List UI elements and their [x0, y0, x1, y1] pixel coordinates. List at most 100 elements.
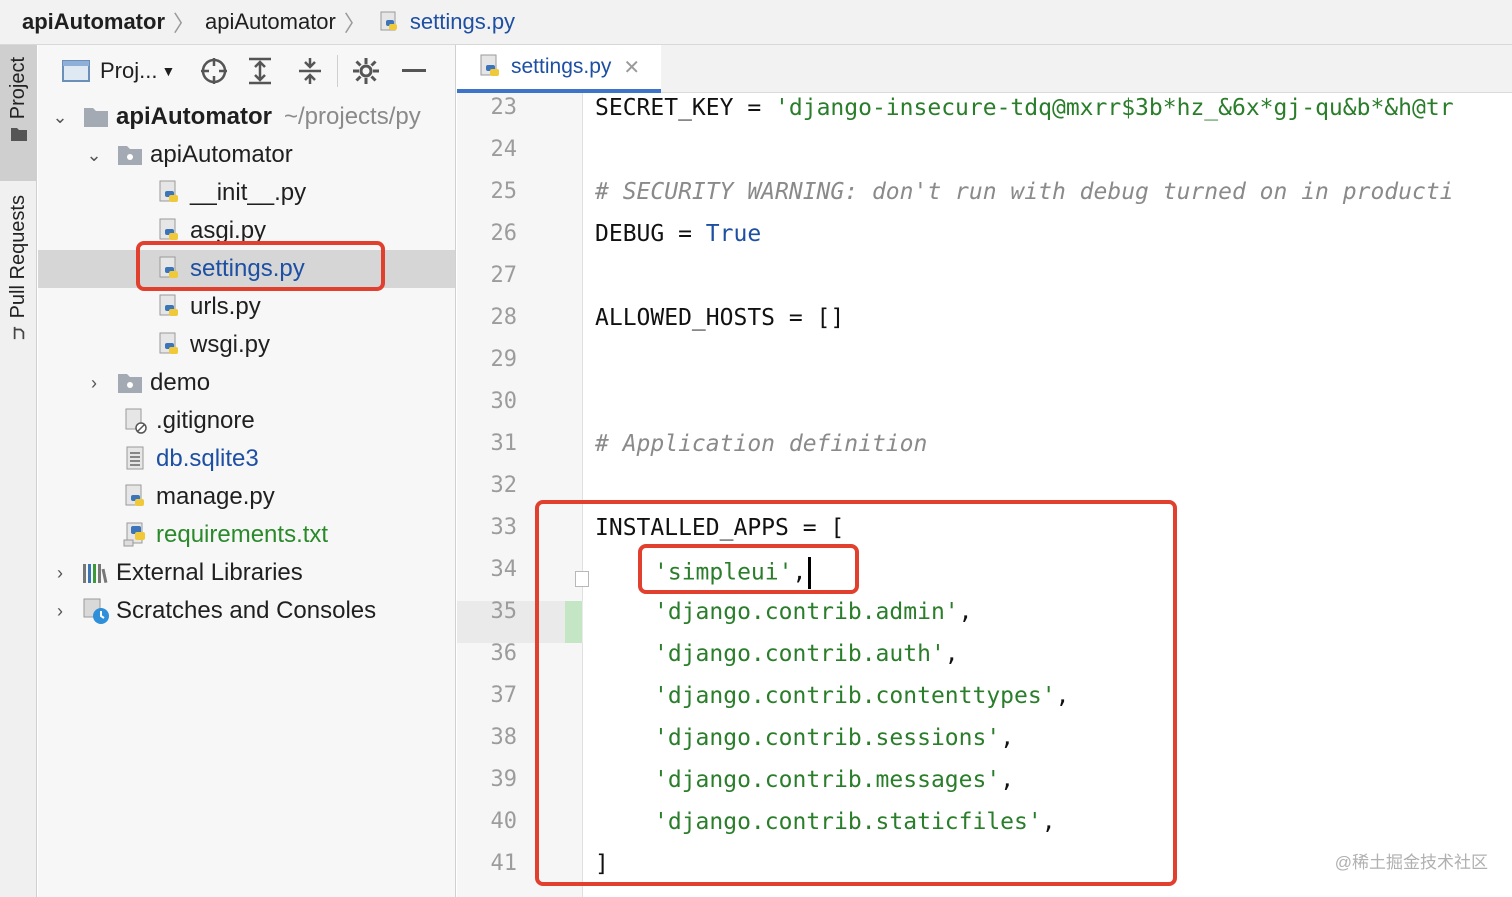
code-editor: settings.py ✕ 23 24 25 26 27 28 29 30 31…: [457, 45, 1512, 897]
highlight-box-settings-file: [136, 241, 385, 291]
breadcrumb-folder[interactable]: apiAutomator: [205, 0, 336, 45]
line-number: 39: [490, 767, 518, 792]
collapse-all-icon[interactable]: [297, 56, 323, 86]
code-line[interactable]: ALLOWED_HOSTS = []: [595, 305, 844, 331]
tool-window-strip: Project Pull Requests: [0, 45, 37, 897]
line-number: 30: [490, 389, 518, 414]
line-number: 38: [490, 725, 518, 750]
python-file-icon: [376, 8, 404, 36]
tree-item-label: apiAutomator: [116, 103, 272, 130]
code-identifier: SECRET_KEY: [595, 95, 734, 121]
pull-requests-tool-tab[interactable]: Pull Requests: [0, 195, 37, 375]
line-number: 28: [490, 305, 518, 330]
line-number: 31: [490, 431, 518, 456]
close-icon[interactable]: ✕: [623, 55, 640, 80]
folder-icon: [10, 128, 27, 142]
line-number: 27: [490, 263, 518, 288]
tree-item-label: manage.py: [156, 483, 275, 510]
tree-item-label: Scratches and Consoles: [116, 597, 377, 624]
editor-tab-settings[interactable]: settings.py ✕: [457, 45, 661, 93]
tree-item-file[interactable]: wsgi.py: [38, 326, 455, 364]
tree-item-file[interactable]: requirements.txt: [38, 516, 455, 554]
tree-item-external-libraries[interactable]: › External Libraries: [38, 554, 455, 592]
chevron-down-icon[interactable]: ▼: [161, 63, 175, 79]
tree-item-label: .gitignore: [156, 407, 255, 434]
code-string: 'django-insecure-tdq@mxrr$3b*hz_&6x*gj-q…: [775, 95, 1454, 121]
project-tool-tab[interactable]: Project: [0, 45, 37, 181]
code-line[interactable]: SECRET_KEY = 'django-insecure-tdq@mxrr$3…: [595, 95, 1454, 121]
tree-item-label: db.sqlite3: [156, 445, 259, 472]
line-number: 25: [490, 179, 518, 204]
line-number: 26: [490, 221, 518, 246]
chevron-right-icon[interactable]: ›: [84, 373, 104, 394]
tree-item-label: __init__.py: [190, 179, 307, 206]
tree-item-file[interactable]: manage.py: [38, 478, 455, 516]
tree-item-file[interactable]: urls.py: [38, 288, 455, 326]
tree-item-label: External Libraries: [116, 559, 303, 586]
python-file-icon: [156, 179, 184, 207]
chevron-right-icon[interactable]: ›: [50, 563, 70, 584]
code-operator: =: [664, 221, 706, 247]
breadcrumb: apiAutomator 〉 apiAutomator 〉 settings.p…: [0, 0, 1512, 45]
project-view-selector[interactable]: Proj...: [100, 58, 157, 84]
tree-item-folder[interactable]: › demo: [38, 364, 455, 402]
database-file-icon: [122, 445, 150, 473]
folder-icon: [82, 103, 110, 131]
tree-item-label: urls.py: [190, 293, 261, 320]
code-line[interactable]: DEBUG = True: [595, 221, 761, 247]
tree-item-path-hint: ~/projects/py: [284, 103, 421, 130]
python-file-icon: [122, 483, 150, 511]
gear-icon[interactable]: [352, 57, 380, 85]
breadcrumb-file[interactable]: settings.py: [410, 0, 515, 45]
code-identifier: DEBUG: [595, 221, 665, 247]
pull-request-icon: [13, 327, 24, 340]
code-keyword: True: [705, 221, 762, 247]
tree-item-file[interactable]: __init__.py: [38, 174, 455, 212]
ignored-file-icon: [122, 407, 150, 435]
requirements-file-icon: [122, 521, 150, 549]
tree-item-scratches[interactable]: › Scratches and Consoles: [38, 592, 455, 630]
line-number: 40: [490, 809, 518, 834]
tree-item-package[interactable]: ⌄ apiAutomator: [38, 136, 455, 174]
project-tool-tab-label: Project: [7, 57, 29, 120]
tree-item-file[interactable]: db.sqlite3: [38, 440, 455, 478]
chevron-right-icon[interactable]: ›: [50, 601, 70, 622]
line-number: 34: [490, 557, 518, 582]
chevron-down-icon[interactable]: ⌄: [50, 107, 70, 128]
python-file-icon: [156, 331, 184, 359]
line-number: 29: [490, 347, 518, 372]
line-number: 24: [490, 137, 518, 162]
line-number: 41: [490, 851, 518, 876]
editor-tab-bar: settings.py ✕: [457, 45, 1512, 93]
python-file-icon: [156, 293, 184, 321]
breadcrumb-separator-icon: 〉: [343, 11, 366, 36]
minimize-icon[interactable]: [402, 68, 427, 74]
breadcrumb-project[interactable]: apiAutomator: [22, 0, 165, 45]
project-panel: Proj... ▼ ⌄ apiAutomator ~/projects/py ⌄: [38, 45, 456, 897]
project-view-icon[interactable]: [62, 59, 90, 83]
line-number: 36: [490, 641, 518, 666]
scratches-icon: [82, 597, 110, 625]
breadcrumb-separator-icon: 〉: [173, 11, 196, 36]
editor-tab-label: settings.py: [511, 55, 612, 78]
tree-item-label: apiAutomator: [150, 141, 293, 168]
code-comment[interactable]: # Application definition: [595, 431, 927, 457]
tree-item-label: requirements.txt: [156, 521, 329, 548]
tree-item-project-root[interactable]: ⌄ apiAutomator ~/projects/py: [38, 98, 455, 136]
chevron-down-icon[interactable]: ⌄: [84, 145, 104, 166]
package-folder-icon: [116, 141, 144, 169]
python-file-icon: [477, 53, 505, 81]
code-comment[interactable]: # SECURITY WARNING: don't run with debug…: [595, 179, 1454, 205]
line-number: 23: [490, 95, 518, 120]
locate-icon[interactable]: [199, 56, 229, 86]
line-number: 32: [490, 473, 518, 498]
line-number: 33: [490, 515, 518, 540]
package-folder-icon: [116, 369, 144, 397]
line-number: 35: [490, 599, 518, 624]
watermark: @稀土掘金技术社区: [1334, 853, 1488, 872]
tree-item-label: wsgi.py: [190, 331, 271, 358]
tree-item-file[interactable]: .gitignore: [38, 402, 455, 440]
project-panel-toolbar: Proj... ▼: [38, 45, 455, 97]
pull-requests-tab-label: Pull Requests: [7, 195, 29, 319]
expand-all-icon[interactable]: [247, 56, 273, 86]
